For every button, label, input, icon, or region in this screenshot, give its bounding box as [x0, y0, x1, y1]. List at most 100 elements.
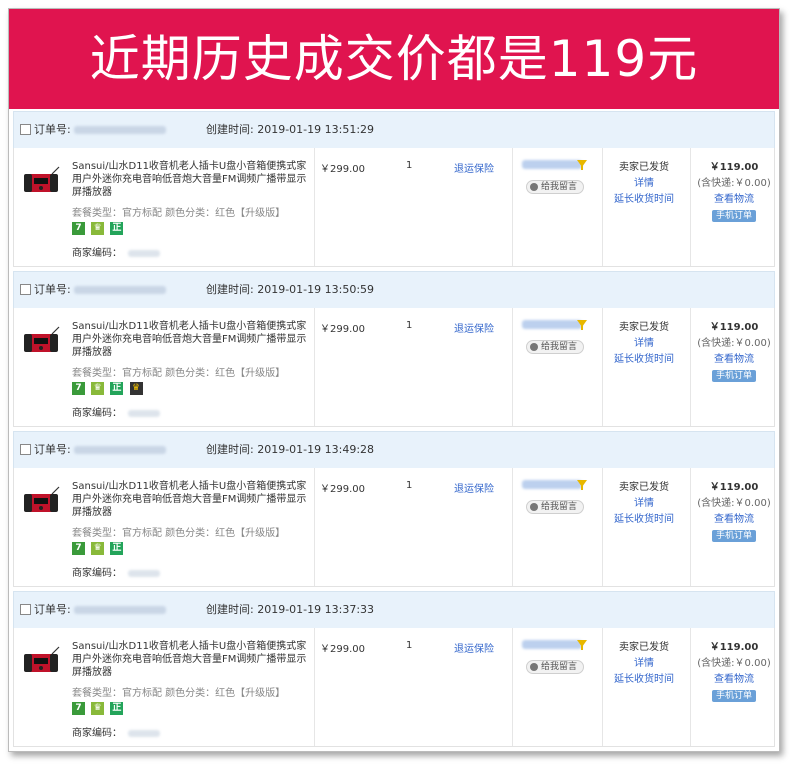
order-select-checkbox[interactable] [20, 124, 31, 135]
order-select-checkbox[interactable] [20, 444, 31, 455]
column-divider [690, 148, 691, 266]
product-title-link[interactable]: Sansui/山水D11收音机老人插卡U盘小音箱便携式家用户外迷你充电音响低音炮… [72, 160, 312, 199]
order-details-link[interactable]: 详情 [604, 656, 684, 672]
order-details-link[interactable]: 详情 [604, 496, 684, 512]
extend-receipt-link[interactable]: 延长收货时间 [604, 512, 684, 528]
merchant-code-redacted [128, 729, 160, 737]
column-divider [602, 148, 603, 266]
mobile-order-badge: 手机订单 [711, 370, 756, 382]
leave-message-button[interactable]: 给我留言 [526, 500, 585, 514]
price-banner: 近期历史成交价都是119元 [9, 9, 779, 109]
product-title-link[interactable]: Sansui/山水D11收音机老人插卡U盘小音箱便携式家用户外迷你充电音响低音炮… [72, 320, 312, 359]
order-number-label: 订单号: [34, 123, 71, 136]
authentic-product-badge[interactable]: 正 [110, 702, 124, 715]
return-shipping-insurance-link[interactable]: 退运保险 [454, 160, 494, 175]
merchant-code-redacted [128, 569, 160, 577]
seven-day-return-badge[interactable]: 7 [72, 702, 85, 715]
order-body: Sansui/山水D11收音机老人插卡U盘小音箱便携式家用户外迷你充电音响低音炮… [13, 308, 775, 427]
flag-filter-icon[interactable] [577, 320, 587, 330]
order-card: 订单号: 创建时间: 2019-01-19 13:37:33 Sansui/山水… [13, 591, 775, 751]
column-divider [690, 468, 691, 586]
column-divider [314, 468, 315, 586]
order-body: Sansui/山水D11收音机老人插卡U盘小音箱便携式家用户外迷你充电音响低音炮… [13, 628, 775, 747]
order-body: Sansui/山水D11收音机老人插卡U盘小音箱便携式家用户外迷你充电音响低音炮… [13, 148, 775, 267]
column-divider [512, 468, 513, 586]
order-number-label: 订单号: [34, 283, 71, 296]
message-icon [530, 663, 538, 671]
buyer-name-redacted[interactable] [522, 480, 582, 489]
leave-message-button[interactable]: 给我留言 [526, 660, 585, 674]
crown-badge[interactable]: ♛ [129, 382, 143, 395]
view-logistics-link[interactable]: 查看物流 [694, 352, 774, 368]
order-status: 卖家已发货 详情 延长收货时间 [604, 160, 684, 208]
quantity: 1 [406, 640, 413, 651]
order-details-link[interactable]: 详情 [604, 336, 684, 352]
buyer-name-redacted[interactable] [522, 640, 582, 649]
order-number-redacted [74, 446, 166, 454]
product-thumbnail-radio-icon[interactable] [22, 646, 60, 676]
return-shipping-insurance-link[interactable]: 退运保险 [454, 640, 494, 655]
authentic-product-badge[interactable]: 正 [110, 382, 124, 395]
shipping-fee: (含快递:￥0.00) [697, 338, 771, 349]
seven-day-return-badge[interactable]: 7 [72, 382, 85, 395]
guarantee-shield-badge[interactable]: ♛ [91, 702, 105, 715]
order-header: 订单号: 创建时间: 2019-01-19 13:50:59 [13, 271, 775, 309]
extend-receipt-link[interactable]: 延长收货时间 [604, 672, 684, 688]
view-logistics-link[interactable]: 查看物流 [694, 512, 774, 528]
column-divider [512, 628, 513, 746]
product-thumbnail-radio-icon[interactable] [22, 166, 60, 196]
product-thumbnail-radio-icon[interactable] [22, 326, 60, 356]
shipped-status-text: 卖家已发货 [619, 482, 669, 493]
created-time: 创建时间: 2019-01-19 13:51:29 [206, 123, 375, 136]
shipped-status-text: 卖家已发货 [619, 162, 669, 173]
product-title-link[interactable]: Sansui/山水D11收音机老人插卡U盘小音箱便携式家用户外迷你充电音响低音炮… [72, 480, 312, 519]
authentic-product-badge[interactable]: 正 [110, 542, 124, 555]
guarantee-shield-badge[interactable]: ♛ [91, 222, 105, 235]
buyer-name-redacted[interactable] [522, 160, 582, 169]
guarantee-shield-badge[interactable]: ♛ [91, 542, 105, 555]
order-amount: ￥119.00 (含快递:￥0.00) 查看物流 手机订单 [694, 160, 774, 224]
leave-message-button[interactable]: 给我留言 [526, 180, 585, 194]
extend-receipt-link[interactable]: 延长收货时间 [604, 192, 684, 208]
order-number-label: 订单号: [34, 443, 71, 456]
buyer-name-redacted[interactable] [522, 320, 582, 329]
column-divider [690, 308, 691, 426]
extend-receipt-link[interactable]: 延长收货时间 [604, 352, 684, 368]
service-badges: 7 ♛ 正 [72, 702, 126, 716]
merchant-code: 商家编码： [72, 724, 160, 739]
view-logistics-link[interactable]: 查看物流 [694, 672, 774, 688]
product-thumbnail-radio-icon[interactable] [22, 486, 60, 516]
order-amount: ￥119.00 (含快递:￥0.00) 查看物流 手机订单 [694, 320, 774, 384]
flag-filter-icon[interactable] [577, 160, 587, 170]
order-total: ￥119.00 [709, 642, 759, 653]
mobile-order-badge: 手机订单 [711, 530, 756, 542]
return-shipping-insurance-link[interactable]: 退运保险 [454, 320, 494, 335]
flag-filter-icon[interactable] [577, 640, 587, 650]
authentic-product-badge[interactable]: 正 [110, 222, 124, 235]
shipping-fee: (含快递:￥0.00) [697, 178, 771, 189]
view-logistics-link[interactable]: 查看物流 [694, 192, 774, 208]
order-total: ￥119.00 [709, 322, 759, 333]
order-status: 卖家已发货 详情 延长收货时间 [604, 480, 684, 528]
service-badges: 7 ♛ 正 [72, 542, 126, 556]
order-select-checkbox[interactable] [20, 604, 31, 615]
column-divider [512, 308, 513, 426]
product-title-link[interactable]: Sansui/山水D11收音机老人插卡U盘小音箱便携式家用户外迷你充电音响低音炮… [72, 640, 312, 679]
shipping-fee: (含快递:￥0.00) [697, 498, 771, 509]
order-card: 订单号: 创建时间: 2019-01-19 13:49:28 Sansui/山水… [13, 431, 775, 591]
leave-message-label: 给我留言 [541, 502, 578, 512]
order-details-link[interactable]: 详情 [604, 176, 684, 192]
column-divider [512, 148, 513, 266]
guarantee-shield-badge[interactable]: ♛ [91, 382, 105, 395]
unit-price: ￥299.00 [320, 484, 365, 495]
flag-filter-icon[interactable] [577, 480, 587, 490]
seven-day-return-badge[interactable]: 7 [72, 542, 85, 555]
order-select-checkbox[interactable] [20, 284, 31, 295]
message-icon [530, 343, 538, 351]
seven-day-return-badge[interactable]: 7 [72, 222, 85, 235]
order-header: 订单号: 创建时间: 2019-01-19 13:49:28 [13, 431, 775, 469]
leave-message-label: 给我留言 [541, 662, 578, 672]
return-shipping-insurance-link[interactable]: 退运保险 [454, 480, 494, 495]
column-divider [602, 308, 603, 426]
leave-message-button[interactable]: 给我留言 [526, 340, 585, 354]
